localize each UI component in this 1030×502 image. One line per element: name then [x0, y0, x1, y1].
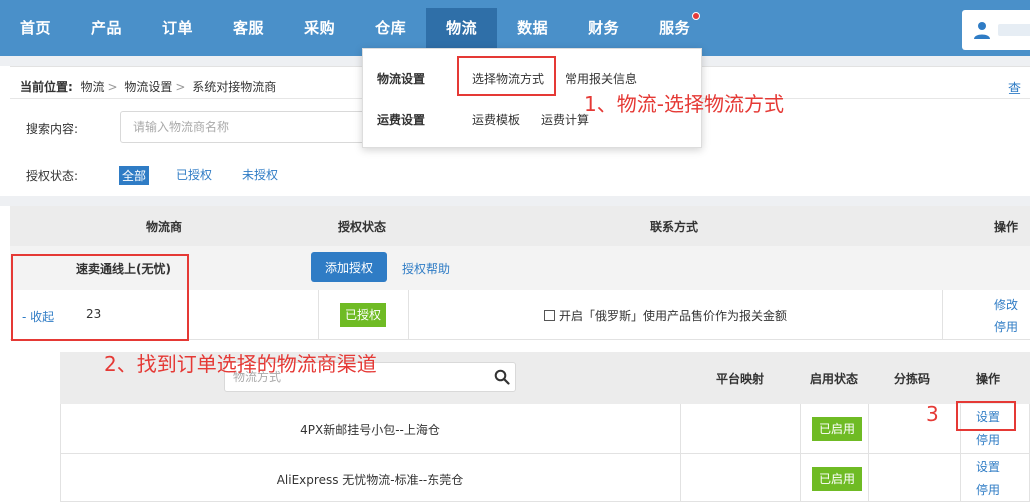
nav-tab-logistics[interactable]: 物流 — [426, 8, 498, 48]
method-name: AliExpress 无忧物流-标准--东莞仓 — [276, 473, 464, 487]
menu-item-shipping-template[interactable]: 运费模板 — [472, 111, 520, 128]
menu-item-customs-info[interactable]: 常用报关信息 — [565, 70, 637, 87]
edit-link[interactable]: 修改 — [994, 296, 1018, 313]
filter-all[interactable]: 全部 — [119, 166, 150, 185]
col-auth-status: 授权状态 — [338, 220, 387, 234]
breadcrumb-label: 当前位置: — [20, 80, 73, 94]
menu-group-logistics-settings: 物流设置 — [377, 72, 426, 86]
col-provider: 物流商 — [146, 220, 183, 234]
disable-link[interactable]: 停用 — [976, 481, 1000, 498]
divider — [800, 454, 801, 502]
checkbox[interactable] — [544, 310, 555, 321]
menu-group-shipping-settings: 运费设置 — [377, 113, 426, 127]
auth-status-badge: 已授权 — [340, 303, 386, 327]
divider — [318, 290, 319, 340]
divider — [868, 454, 869, 502]
nav-tab-warehouse[interactable]: 仓库 — [355, 8, 426, 48]
spacer — [0, 196, 1030, 206]
table-row: AliExpress 无忧物流-标准--东莞仓 已启用 设置 停用 — [60, 454, 1030, 502]
method-name: 4PX新邮挂号小包--上海仓 — [300, 423, 440, 437]
col-sub-ops: 操作 — [976, 372, 1001, 386]
checkbox-label: 开启「俄罗斯」使用产品售价作为报关金额 — [559, 309, 788, 323]
annotation-step1: 1、物流-选择物流方式 — [584, 92, 784, 116]
menu-item-shipping-calc[interactable]: 运费计算 — [541, 111, 589, 128]
filter-unauthorized[interactable]: 未授权 — [242, 166, 278, 183]
nav-tab-home[interactable]: 首页 — [0, 8, 71, 48]
col-platform-mapping: 平台映射 — [716, 372, 765, 386]
user-name-placeholder — [998, 24, 1030, 36]
auth-filter-label: 授权状态: — [26, 169, 79, 183]
user-menu[interactable] — [962, 10, 1030, 50]
russia-price-option[interactable]: 开启「俄罗斯」使用产品售价作为报关金额 — [544, 307, 787, 324]
divider — [408, 290, 409, 340]
nav-tab-purchase[interactable]: 采购 — [284, 8, 355, 48]
enabled-badge: 已启用 — [812, 467, 862, 491]
add-auth-button[interactable]: 添加授权 — [311, 252, 387, 282]
nav-tab-services-wrap[interactable]: 服务 — [639, 8, 720, 48]
filter-authorized[interactable]: 已授权 — [176, 166, 212, 183]
view-link[interactable]: 查 — [1008, 78, 1021, 97]
provider-table-header: 物流商 授权状态 联系方式 操作 — [10, 206, 1030, 246]
col-ops: 操作 — [994, 220, 1019, 234]
annotation-step2: 2、找到订单选择的物流商渠道 — [104, 352, 377, 376]
nav-tab-services: 服务 — [659, 19, 691, 37]
disable-link[interactable]: 停用 — [976, 431, 1000, 448]
breadcrumb-separator: > — [107, 80, 118, 94]
divider — [942, 290, 943, 340]
auth-help-link[interactable]: 授权帮助 — [402, 260, 450, 277]
notification-dot-icon — [692, 12, 701, 20]
table-row: 4PX新邮挂号小包--上海仓 已启用 设置 停用 — [60, 404, 1030, 454]
breadcrumb: 当前位置: 物流 > 物流设置 > 系统对接物流商 — [20, 78, 276, 95]
settings-link[interactable]: 设置 — [976, 458, 1000, 475]
enabled-badge: 已启用 — [812, 417, 862, 441]
breadcrumb-item-current: 系统对接物流商 — [192, 80, 277, 94]
nav-tabs: 首页 产品 订单 客服 采购 仓库 物流 数据 财务 服务 — [0, 8, 720, 48]
col-enabled-status: 启用状态 — [810, 372, 859, 386]
search-icon[interactable] — [494, 369, 510, 385]
breadcrumb-item-logistics[interactable]: 物流 — [80, 80, 104, 94]
divider — [680, 454, 681, 502]
annotation-step3: 3 — [926, 402, 939, 426]
nav-tab-finance[interactable]: 财务 — [568, 8, 639, 48]
nav-tab-orders[interactable]: 订单 — [142, 8, 213, 48]
annotation-box-settings — [956, 401, 1016, 431]
divider — [800, 404, 801, 454]
user-icon — [974, 22, 990, 39]
divider — [960, 454, 961, 502]
col-sort-code: 分拣码 — [894, 372, 931, 386]
annotation-box-choose-method — [457, 56, 556, 96]
disable-link[interactable]: 停用 — [994, 318, 1018, 335]
breadcrumb-separator: > — [175, 80, 186, 94]
divider — [680, 404, 681, 454]
annotation-box-provider — [11, 254, 189, 341]
search-label: 搜索内容: — [26, 122, 79, 136]
breadcrumb-item-settings[interactable]: 物流设置 — [124, 80, 172, 94]
nav-tab-data[interactable]: 数据 — [497, 8, 568, 48]
nav-tab-service[interactable]: 客服 — [213, 8, 284, 48]
divider — [868, 404, 869, 454]
search-input[interactable] — [120, 111, 370, 143]
col-contact: 联系方式 — [650, 220, 699, 234]
nav-tab-products[interactable]: 产品 — [71, 8, 142, 48]
